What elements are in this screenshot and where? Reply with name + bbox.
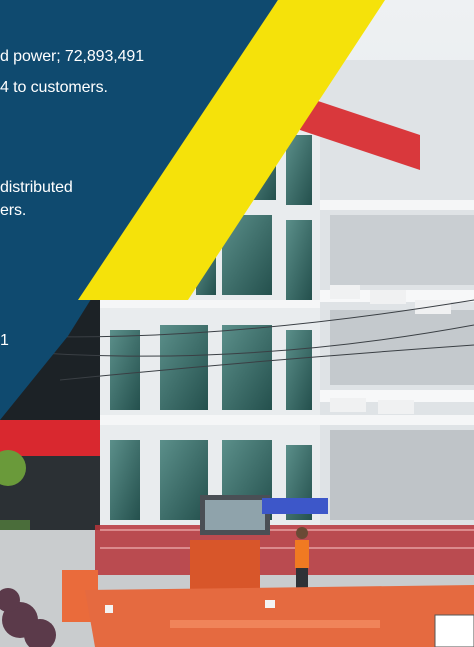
- hero-text-line: ers.: [0, 202, 27, 219]
- hero-text-line: 4 to customers.: [0, 79, 108, 96]
- hero-text-line: 1: [0, 332, 9, 349]
- hero-text-line: distributed: [0, 179, 73, 196]
- hero-text-line: d power; 72,893,491: [0, 48, 144, 65]
